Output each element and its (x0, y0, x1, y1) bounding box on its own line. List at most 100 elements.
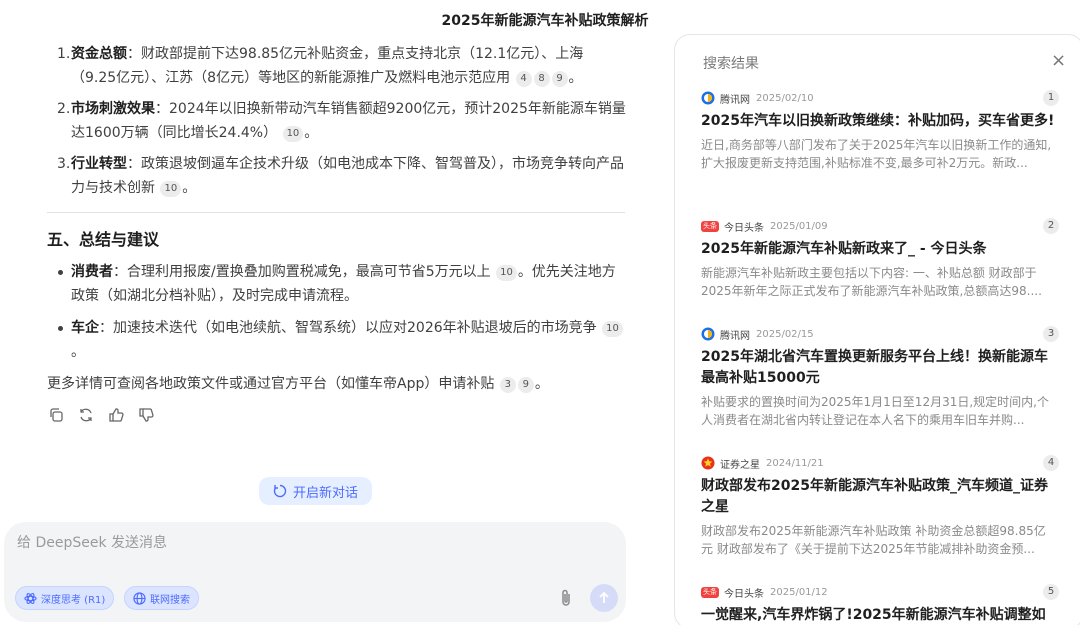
message-input[interactable] (17, 532, 537, 554)
item-label: 市场刺激效果 (71, 101, 155, 117)
result-meta: 腾讯网 2025/02/10 1 (701, 89, 1059, 107)
tencent-logo-icon (701, 91, 715, 105)
result-index: 2 (1043, 218, 1059, 234)
result-date: 2025/02/15 (756, 328, 814, 340)
list-number: 1. (57, 46, 71, 62)
result-title[interactable]: 2025年汽车以旧换新政策继续：补贴加码，买车省更多! (701, 111, 1055, 132)
page-title: 2025年新能源汽车补贴政策解析 (441, 13, 649, 29)
citation-badge[interactable]: 8 (533, 71, 550, 87)
arrow-up-icon (599, 591, 609, 603)
item-text: ：财政部提前下达98.85亿元补贴资金，重点支持北京（12.1亿元）、上海（9.… (71, 46, 584, 86)
result-snippet: 新能源汽车补贴新政主要包括以下内容: 一、补贴总额 财政部于2025年新年之际正… (701, 266, 1042, 298)
result-meta: 头条 今日头条 2025/01/12 5 (701, 583, 1059, 601)
result-title[interactable]: 2025年湖北省汽车置换更新服务平台上线！换新能源车最高补贴15000元 (701, 347, 1055, 389)
list-number: 2. (57, 101, 71, 117)
globe-icon (133, 591, 146, 605)
regenerate-icon[interactable] (77, 406, 95, 424)
citation-badge[interactable]: 3 (499, 377, 516, 393)
section-title: 五、总结与建议 (47, 230, 160, 249)
result-index: 4 (1043, 455, 1059, 471)
search-result[interactable]: 腾讯网 2025/02/10 1 2025年汽车以旧换新政策继续：补贴加码，买车… (701, 89, 1059, 172)
item-text: ：加速技术迭代（如电池续航、智驾系统）以应对2026年补贴退坡后的市场竞争 (99, 320, 597, 336)
citation-badge[interactable]: 10 (496, 265, 517, 281)
message-actions (47, 406, 627, 424)
bullet-list: 消费者：合理利用报废/置换叠加购置税减免，最高可节省5万元以上 10 。优先关注地… (47, 260, 627, 364)
search-result[interactable]: 头条 今日头条 2025/01/12 5 一觉醒来,汽车界炸锅了!2025年新能… (701, 583, 1059, 625)
thumbs-up-icon[interactable] (107, 406, 125, 424)
citation-badge[interactable]: 10 (602, 321, 623, 337)
result-source: 腾讯网 (720, 94, 750, 106)
web-search-label: 联网搜索 (150, 594, 190, 606)
search-result[interactable]: 头条 今日头条 2025/01/09 2 2025年新能源汽车补贴新政来了_ -… (701, 217, 1059, 300)
list-number: 3. (57, 156, 71, 172)
search-result[interactable]: 腾讯网 2025/02/15 3 2025年湖北省汽车置换更新服务平台上线！换新… (701, 325, 1059, 429)
chat-message: 1. 资金总额：财政部提前下达98.85亿元补贴资金，重点支持北京（12.1亿元… (47, 42, 627, 424)
result-meta: 头条 今日头条 2025/01/09 2 (701, 217, 1059, 235)
item-text: ：2024年以旧换新带动汽车销售额超9200亿元，预计2025年新能源车销量达1… (71, 101, 626, 141)
result-source: 腾讯网 (720, 330, 750, 342)
result-date: 2025/01/09 (770, 220, 828, 232)
result-meta: 证券之星 2024/11/21 4 (701, 454, 1059, 472)
thumbs-down-icon[interactable] (137, 406, 155, 424)
result-snippet: 补贴要求的置换时间为2025年1月1日至12月31日,规定时间内,个人消费者在湖… (701, 395, 1049, 427)
citation-badge[interactable]: 4 (515, 71, 532, 87)
item-text: ：政策退坡倒逼车企技术升级（如电池成本下降、智驾普及），市场竞争转向产品力与技术… (71, 156, 624, 196)
divider (47, 212, 625, 213)
list-item: 消费者：合理利用报废/置换叠加购置税减免，最高可节省5万元以上 10 。优先关注地… (47, 260, 627, 308)
result-title[interactable]: 一觉醒来,汽车界炸锅了!2025年新能源汽车补贴调整如 (701, 605, 1055, 625)
result-source: 证券之星 (720, 459, 760, 471)
result-snippet: 财政部发布2025年新能源汽车补贴政策 补助资金总额超98.85亿元 财政部发布… (701, 524, 1046, 556)
citation-badge[interactable]: 10 (282, 126, 304, 142)
item-label: 资金总额 (71, 46, 127, 62)
web-search-toggle[interactable]: 联网搜索 (124, 586, 199, 610)
toutiao-logo-icon: 头条 (701, 586, 719, 598)
result-date: 2024/11/21 (766, 457, 824, 469)
item-tail: 。 (568, 70, 583, 86)
citation-badge[interactable]: 10 (160, 181, 182, 197)
new-chat-label: 开启新对话 (293, 485, 359, 501)
atom-icon (24, 592, 37, 604)
item-label: 车企 (71, 320, 99, 336)
more-info-text: 更多详情可查阅各地政策文件或通过官方平台（如懂车帝App）申请补贴 3 9。 (47, 372, 627, 396)
new-chat-button[interactable]: 开启新对话 (259, 477, 373, 505)
message-composer: 深度思考 (R1) 联网搜索 (4, 522, 626, 622)
deep-think-toggle[interactable]: 深度思考 (R1) (15, 586, 115, 610)
copy-icon[interactable] (47, 406, 65, 424)
more-tail: 。 (534, 376, 549, 392)
item-tail: 。 (182, 180, 197, 196)
list-item: 3. 行业转型：政策退坡倒逼车企技术升级（如电池成本下降、智驾普及），市场竞争转… (47, 152, 627, 200)
result-source: 今日头条 (724, 222, 764, 234)
list-item: 2. 市场刺激效果：2024年以旧换新带动汽车销售额超9200亿元，预计2025… (47, 97, 627, 145)
toutiao-logo-icon: 头条 (701, 220, 719, 232)
panel-title: 搜索结果 (703, 56, 759, 72)
bullet-dot (58, 326, 63, 331)
item-text: ：合理利用报废/置换叠加购置税减免，最高可节省5万元以上 (113, 264, 491, 280)
bullet-dot (58, 270, 63, 275)
tencent-logo-icon (701, 327, 715, 341)
result-date: 2025/02/10 (756, 92, 814, 104)
result-index: 5 (1043, 584, 1059, 600)
item-tail: 。 (304, 125, 319, 141)
result-date: 2025/01/12 (770, 586, 828, 598)
numbered-list: 1. 资金总额：财政部提前下达98.85亿元补贴资金，重点支持北京（12.1亿元… (47, 42, 627, 200)
result-meta: 腾讯网 2025/02/15 3 (701, 325, 1059, 343)
result-index: 3 (1043, 326, 1059, 342)
list-item: 1. 资金总额：财政部提前下达98.85亿元补贴资金，重点支持北京（12.1亿元… (47, 42, 627, 90)
citation-badge[interactable]: 9 (517, 377, 534, 393)
send-button[interactable] (590, 584, 618, 612)
deep-think-label: 深度思考 (R1) (41, 594, 106, 606)
list-item: 车企：加速技术迭代（如电池续航、智驾系统）以应对2026年补贴退坡后的市场竞争 … (47, 316, 627, 364)
result-title[interactable]: 2025年新能源汽车补贴新政来了_ - 今日头条 (701, 239, 1055, 260)
new-chat-icon (273, 484, 287, 498)
search-result[interactable]: 证券之星 2024/11/21 4 财政部发布2025年新能源汽车补贴政策_汽车… (701, 454, 1059, 558)
citation-badge[interactable]: 9 (551, 71, 568, 87)
attach-icon[interactable] (556, 586, 576, 610)
result-title[interactable]: 财政部发布2025年新能源汽车补贴政策_汽车频道_证券之星 (701, 476, 1055, 518)
result-snippet: 近日,商务部等八部门发布了关于2025年汽车以旧换新工作的通知,扩大报废更新支持… (701, 138, 1052, 170)
item-label: 行业转型 (71, 156, 127, 172)
star-logo-icon (701, 456, 715, 470)
result-source: 今日头条 (724, 588, 764, 600)
close-icon[interactable]: × (1051, 51, 1066, 71)
item-label: 消费者 (71, 264, 113, 280)
item-text-after: 。 (71, 344, 85, 360)
